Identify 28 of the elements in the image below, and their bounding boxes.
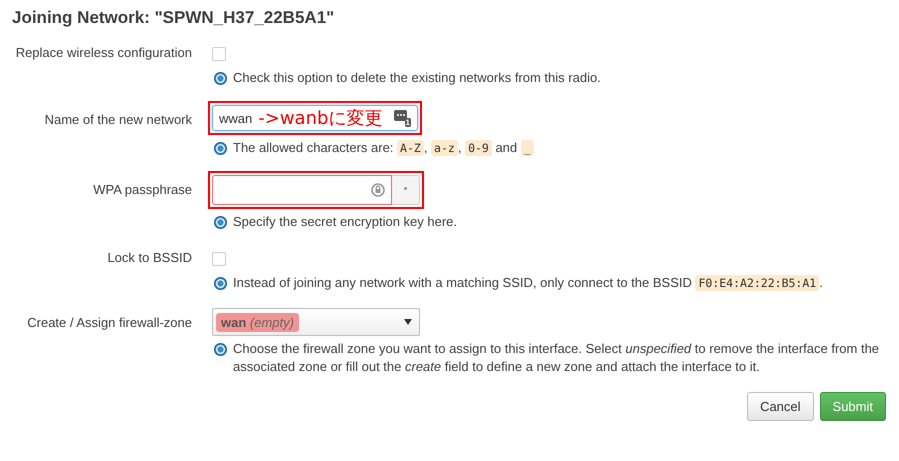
cancel-button[interactable]: Cancel [747, 392, 814, 421]
field-label: WPA passphrase [92, 181, 193, 199]
help-text: Instead of joining any network with a matching SSID, only connect to the BSSID F0:E4:A2:22:B5:A1 . [233, 274, 823, 292]
field-label: Create / Assign firewall-zone [26, 314, 193, 332]
help-icon [214, 142, 227, 155]
field-label: Replace wireless configuration [14, 44, 193, 62]
field-label: Name of the new network [44, 111, 193, 129]
checkbox[interactable] [212, 252, 226, 266]
dialog-title: Joining Network: "SPWN_H37_22B5A1" [12, 8, 336, 28]
field-value: wwan [219, 110, 252, 126]
annotation-text: ->wanbに変更 [258, 107, 382, 130]
reveal-button[interactable]: * [392, 175, 420, 205]
caret-icon [404, 319, 412, 325]
checkbox[interactable] [212, 47, 226, 61]
help-icon [214, 216, 227, 229]
help-icon [214, 343, 227, 356]
help-text: Check this option to delete the existing networks from this radio. [233, 69, 601, 87]
lock-icon[interactable] [371, 183, 385, 197]
count-badge: 1 [404, 118, 411, 126]
help-text: The allowed characters are: A-Z , a-z , 0-9 and _ [233, 139, 534, 157]
help-icon [214, 277, 227, 290]
field-label: Lock to BSSID [106, 249, 193, 267]
help-icon [214, 72, 227, 85]
help-text: Choose the firewall zone you want to assign to this interface. Select unspecified to remove the interface from the associated zone or fill out the create field to define a new zone and attach the interface to it. [233, 340, 880, 376]
help-text: Specify the secret encryption key here. [233, 213, 458, 231]
passphrase-field[interactable] [212, 175, 392, 205]
network-name-field[interactable]: wwan ->wanbに変更 1 [212, 105, 418, 131]
zone-tag: wan (empty) [216, 312, 299, 332]
